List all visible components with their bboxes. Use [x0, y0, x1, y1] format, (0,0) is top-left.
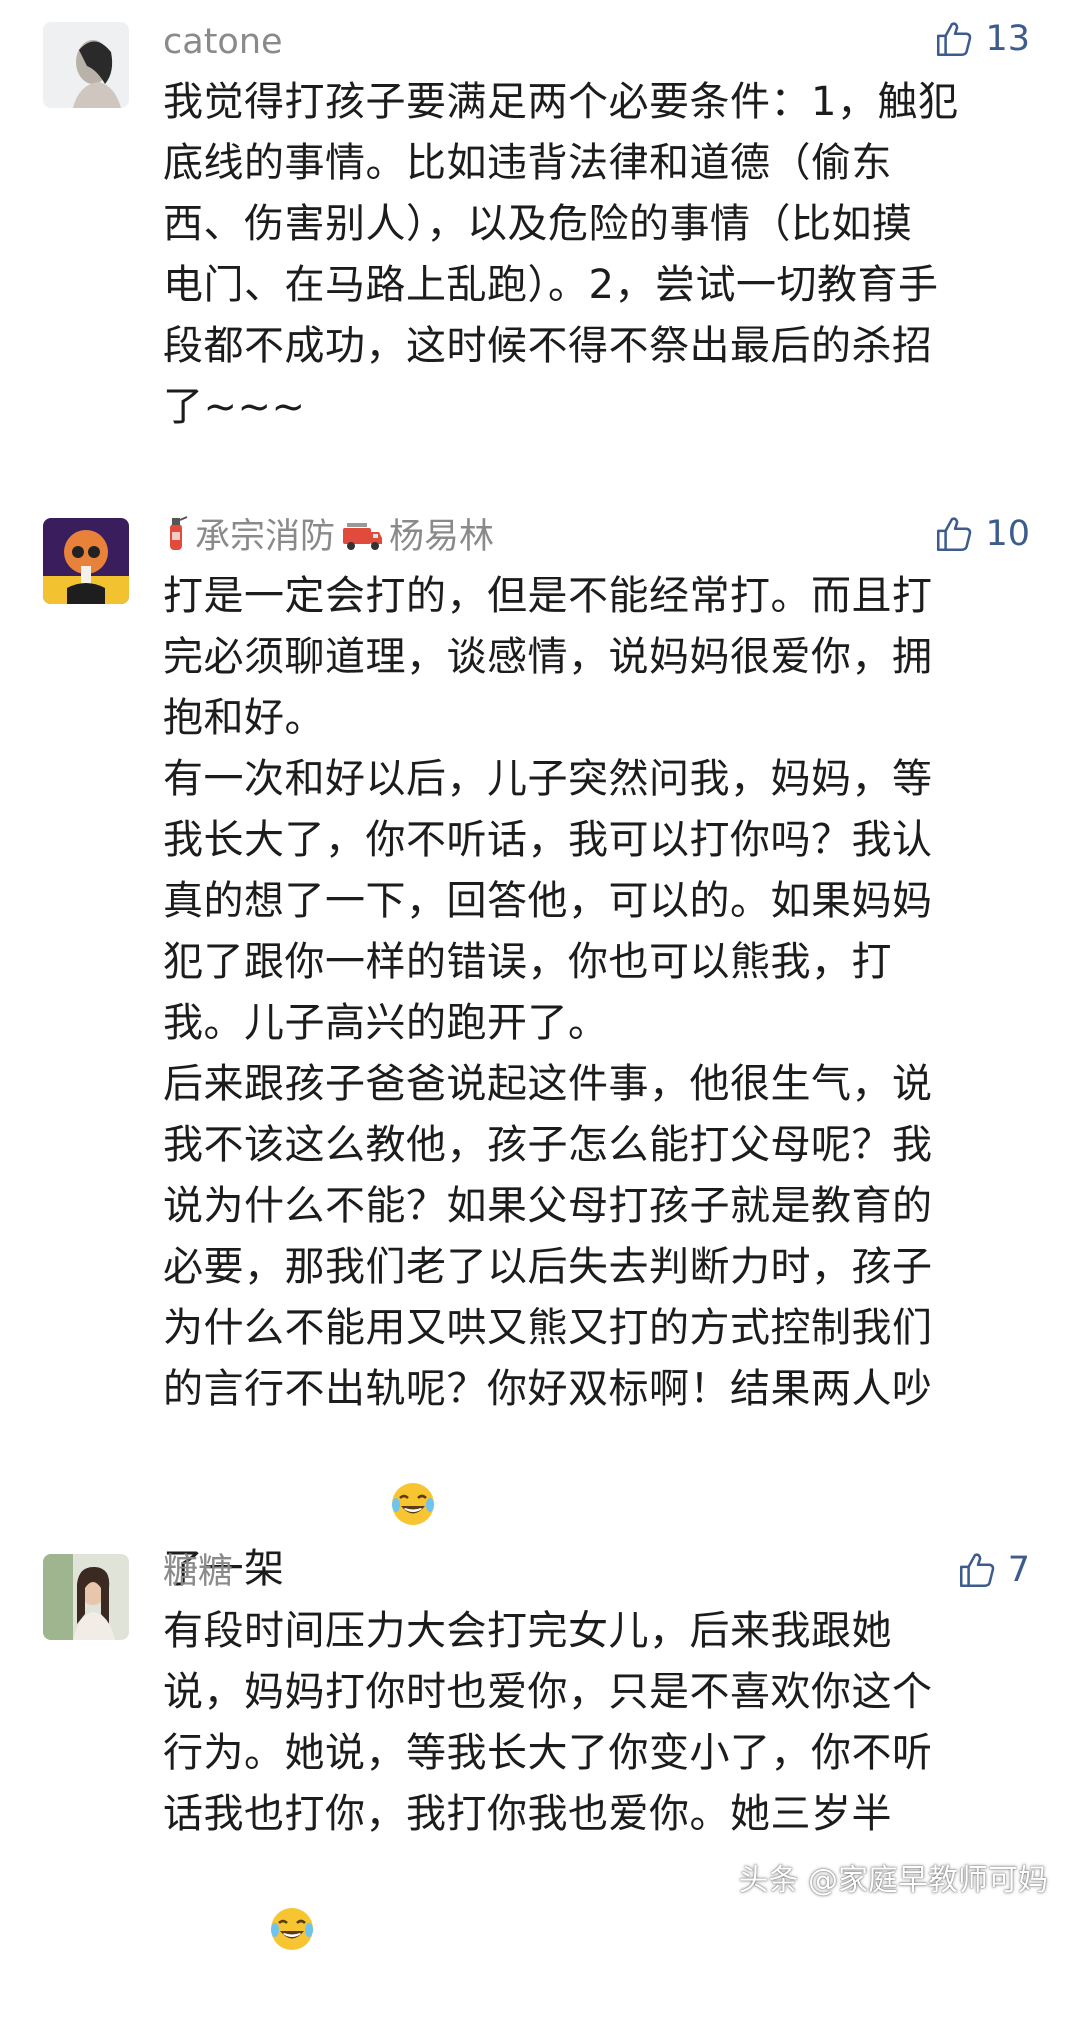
like-count: 13 — [985, 19, 1030, 59]
text-line: 必要，那我们老了以后失去判断力时，孩子 — [163, 1244, 933, 1290]
like-count: 7 — [1007, 1550, 1030, 1590]
text-line: 说为什么不能？如果父母打孩子就是教育的 — [163, 1183, 933, 1229]
crying-laughing-emoji-icon — [163, 1845, 315, 2031]
text-line: 我不该这么教他，孩子怎么能打父母呢？我 — [163, 1122, 933, 1168]
text-line: 有一次和好以后，儿子突然问我，妈妈，等 — [163, 756, 933, 802]
comment-text: 打是一定会打的，但是不能经常打。而且打 完必须聊道理，谈感情，说妈妈很爱你，拥 抱和… — [163, 566, 1043, 1606]
username-text: 承宗消防 — [195, 517, 336, 557]
text-line: 有段时间压力大会打完女儿，后来我跟她 — [163, 1608, 892, 1654]
avatar[interactable] — [43, 518, 129, 604]
thumbs-up-icon — [937, 22, 972, 57]
text-line: 电门、在马路上乱跑）。2，尝试一切教育手 — [163, 262, 939, 308]
username[interactable]: 承宗消防 杨易林 — [163, 514, 494, 563]
avatar[interactable] — [43, 1554, 129, 1640]
text-line: 为什么不能用又哄又熊又打的方式控制我们 — [163, 1305, 933, 1351]
text-line: 底线的事情。比如违背法律和道德（偷东 — [163, 140, 892, 186]
text-line: 行为。她说，等我长大了你变小了，你不听 — [163, 1730, 933, 1776]
like-count: 10 — [985, 514, 1030, 554]
thumbs-up-icon — [959, 1553, 994, 1588]
like-button[interactable]: 13 — [933, 16, 1030, 62]
text-line: 抱和好。 — [163, 695, 325, 741]
text-line: 我觉得打孩子要满足两个必要条件：1，触犯 — [163, 79, 959, 125]
thumbs-up-icon — [937, 517, 972, 552]
text-line: 说，妈妈打你时也爱你，只是不喜欢你这个 — [163, 1669, 933, 1715]
avatar[interactable] — [43, 22, 129, 108]
comment-text: 有段时间压力大会打完女儿，后来我跟她 说，妈妈打你时也爱你，只是不喜欢你这个 行为。… — [163, 1601, 1043, 2031]
comment-text: 我觉得打孩子要满足两个必要条件：1，触犯 底线的事情。比如违背法律和道德（偷东 西、… — [163, 72, 1043, 438]
watermark: 头条 @家庭早教师可妈 — [738, 1863, 1048, 1898]
text-line: 真的想了一下，回答他，可以的。如果妈妈 — [163, 878, 933, 924]
text-line: 打是一定会打的，但是不能经常打。而且打 — [163, 573, 933, 619]
text-line: 犯了跟你一样的错误，你也可以熊我，打 — [163, 939, 892, 985]
text-line: 我长大了，你不听话，我可以打你吗？我认 — [163, 817, 933, 863]
text-line: 了一架 — [163, 1420, 1043, 1606]
like-button[interactable]: 10 — [933, 511, 1030, 557]
like-button[interactable]: 7 — [956, 1547, 1030, 1593]
laughing-tears-emoji-icon — [285, 1420, 437, 1606]
text-line: 的言行不出轨呢？你好双标啊！结果两人吵 — [163, 1366, 933, 1412]
text-line: 完必须聊道理，谈感情，说妈妈很爱你，拥 — [163, 634, 933, 680]
username[interactable]: catone — [163, 20, 283, 64]
text-line: 西、伤害别人），以及危险的事情（比如摸 — [163, 201, 913, 247]
username[interactable]: 糖糖 — [163, 1550, 233, 1594]
fire-extinguisher-icon — [163, 514, 189, 563]
fire-truck-icon — [341, 518, 383, 563]
username-suffix: 杨易林 — [389, 517, 495, 557]
text-line: 段都不成功，这时候不得不祭出最后的杀招 — [163, 323, 933, 369]
text-line: 我。儿子高兴的跑开了。 — [163, 1000, 609, 1046]
text-line: 了~~~ — [163, 384, 306, 430]
text-line: 话我也打你，我打你我也爱你。她三岁半 — [163, 1784, 1043, 2031]
text-line-content: 话我也打你，我打你我也爱你。她三岁半 — [163, 1791, 892, 1837]
text-line: 后来跟孩子爸爸说起这件事，他很生气，说 — [163, 1061, 933, 1107]
